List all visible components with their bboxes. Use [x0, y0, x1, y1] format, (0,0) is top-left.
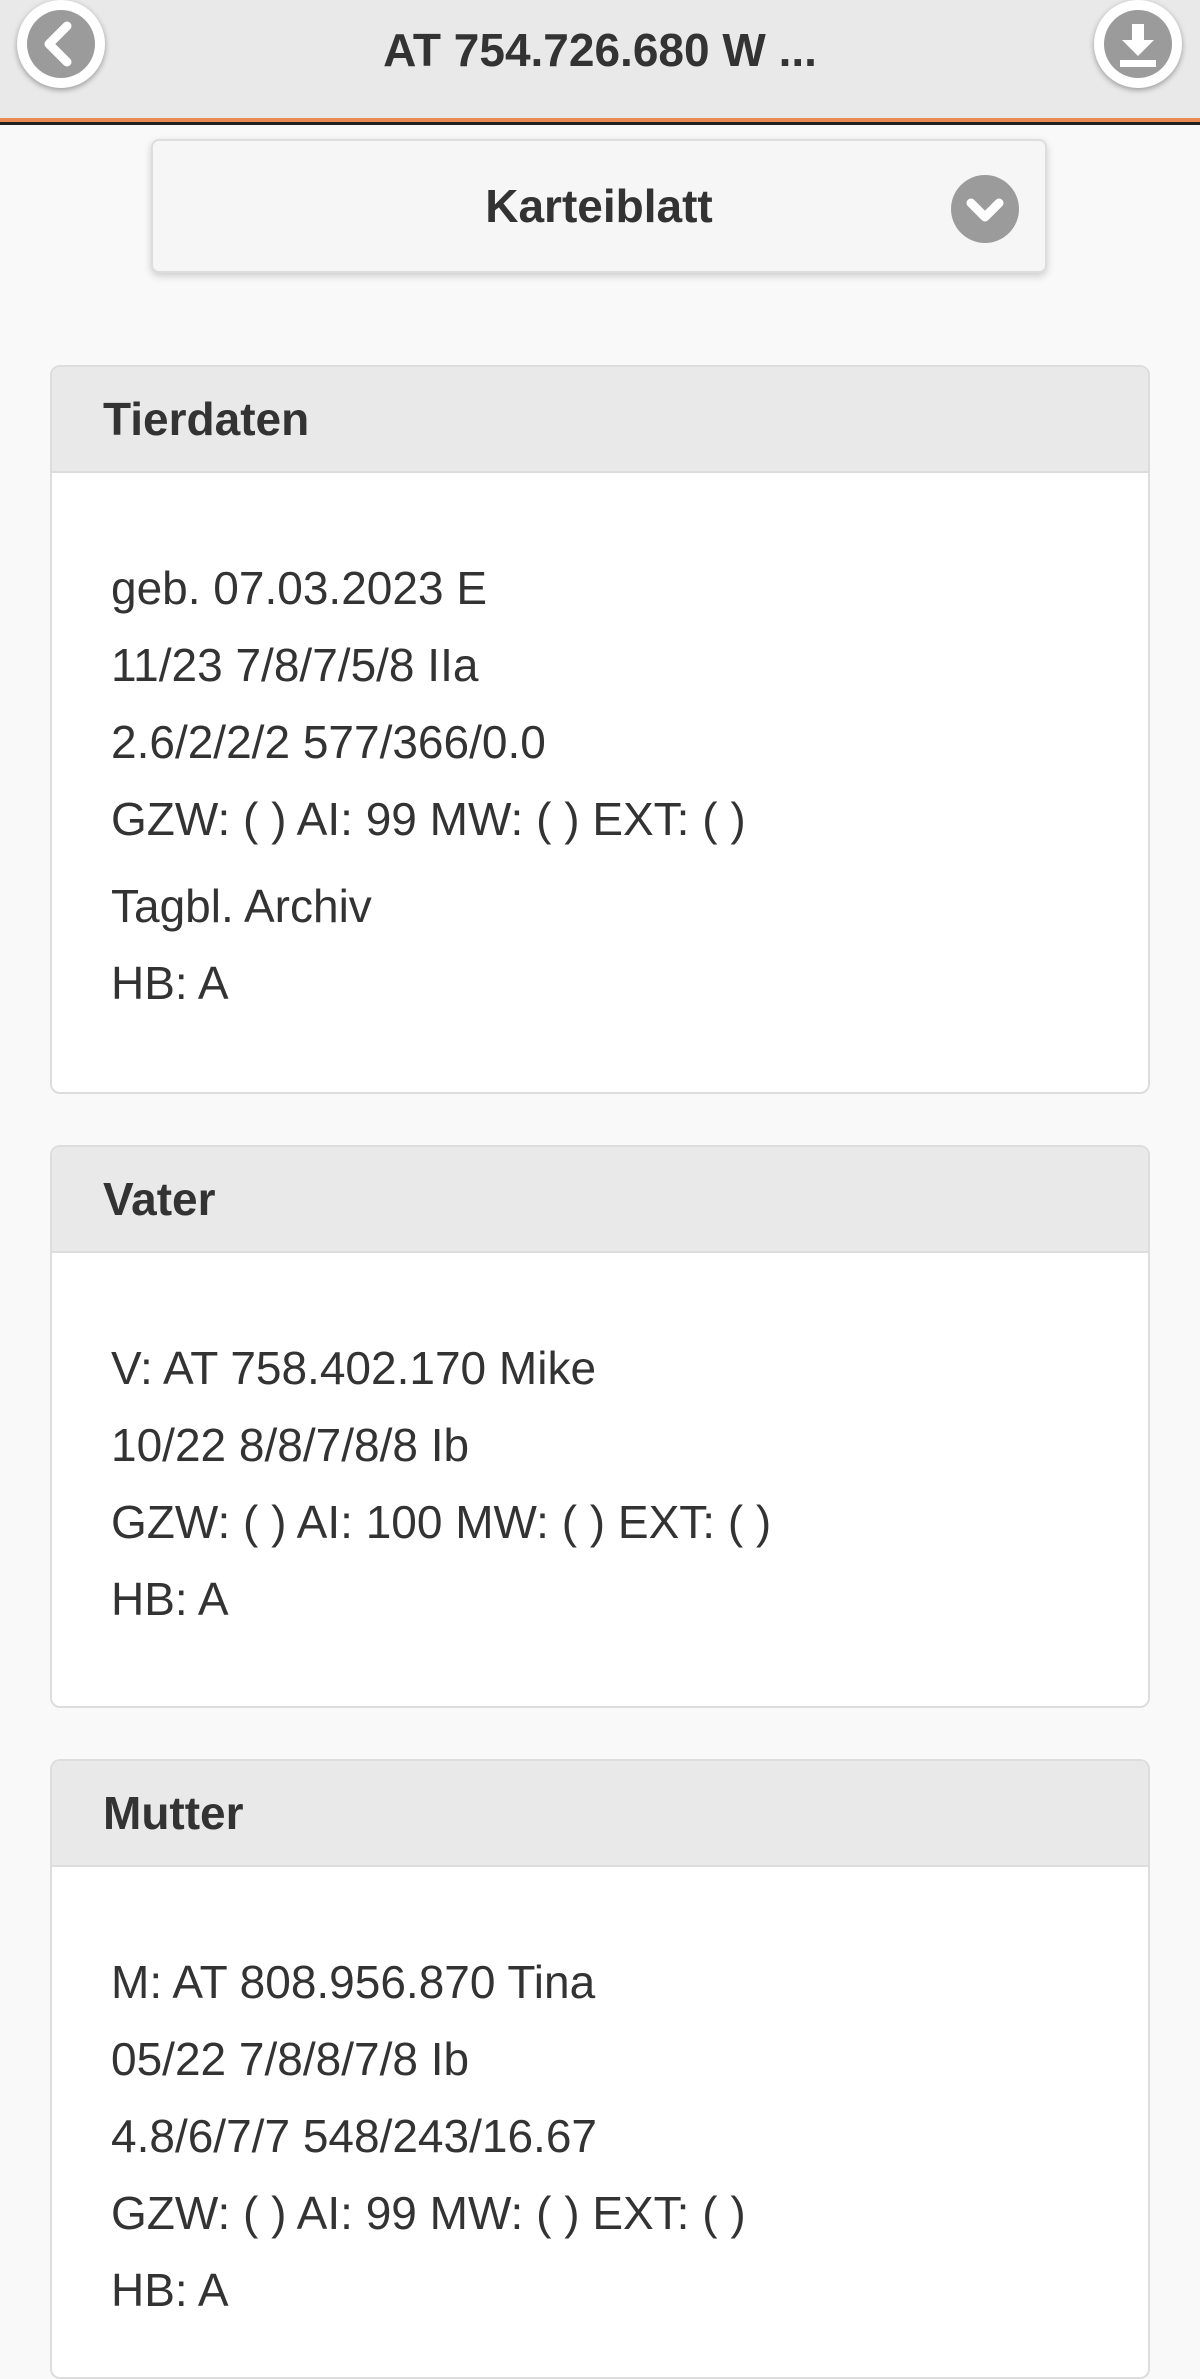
mother-scoring-line: 05/22 7/8/8/7/8 Ib	[111, 2033, 470, 2085]
breeding-values-line: GZW: ( ) AI: 99 MW: ( ) EXT: ( )	[111, 793, 746, 845]
mutter-card: Mutter M: AT 808.956.870 Tina 05/22 7/8/…	[50, 1759, 1150, 2379]
download-button[interactable]	[1094, 0, 1182, 88]
father-breeding-values-line: GZW: ( ) AI: 100 MW: ( ) EXT: ( )	[111, 1496, 772, 1548]
mutter-body: M: AT 808.956.870 Tina 05/22 7/8/8/7/8 I…	[52, 1867, 1148, 2329]
chevron-left-icon	[44, 21, 72, 67]
view-select[interactable]: Karteiblatt	[151, 139, 1047, 273]
tierdaten-card: Tierdaten geb. 07.03.2023 E 11/23 7/8/7/…	[50, 365, 1150, 1094]
birth-line: geb. 07.03.2023 E	[111, 562, 487, 614]
scoring-line: 11/23 7/8/7/5/8 IIa	[111, 639, 479, 691]
vater-card: Vater V: AT 758.402.170 Mike 10/22 8/8/7…	[50, 1145, 1150, 1708]
download-icon	[1120, 24, 1156, 67]
vater-body: V: AT 758.402.170 Mike 10/22 8/8/7/8/8 I…	[52, 1253, 1148, 1638]
mother-id-line[interactable]: M: AT 808.956.870 Tina	[111, 1944, 1148, 2021]
back-button[interactable]	[17, 0, 105, 88]
tagbl-archiv-link[interactable]: Tagbl. Archiv	[111, 868, 1148, 945]
mother-hb-line: HB: A	[111, 2264, 229, 2316]
chevron-down-icon	[951, 175, 1019, 243]
performance-line: 2.6/2/2/2 577/366/0.0	[111, 716, 546, 768]
page-title: AT 754.726.680 W ...	[383, 24, 817, 76]
father-id-line[interactable]: V: AT 758.402.170 Mike	[111, 1330, 1148, 1407]
mutter-heading: Mutter	[52, 1761, 1148, 1867]
vater-heading: Vater	[52, 1147, 1148, 1253]
father-scoring-line: 10/22 8/8/7/8/8 Ib	[111, 1419, 470, 1471]
mother-performance-line: 4.8/6/7/7 548/243/16.67	[111, 2110, 597, 2162]
father-hb-line: HB: A	[111, 1573, 229, 1625]
top-bar: AT 754.726.680 W ...	[0, 0, 1200, 122]
mother-breeding-values-line: GZW: ( ) AI: 99 MW: ( ) EXT: ( )	[111, 2187, 746, 2239]
view-select-value: Karteiblatt	[485, 180, 713, 232]
hb-line: HB: A	[111, 957, 229, 1009]
tierdaten-heading: Tierdaten	[52, 367, 1148, 473]
tierdaten-body: geb. 07.03.2023 E 11/23 7/8/7/5/8 IIa 2.…	[52, 473, 1148, 1022]
